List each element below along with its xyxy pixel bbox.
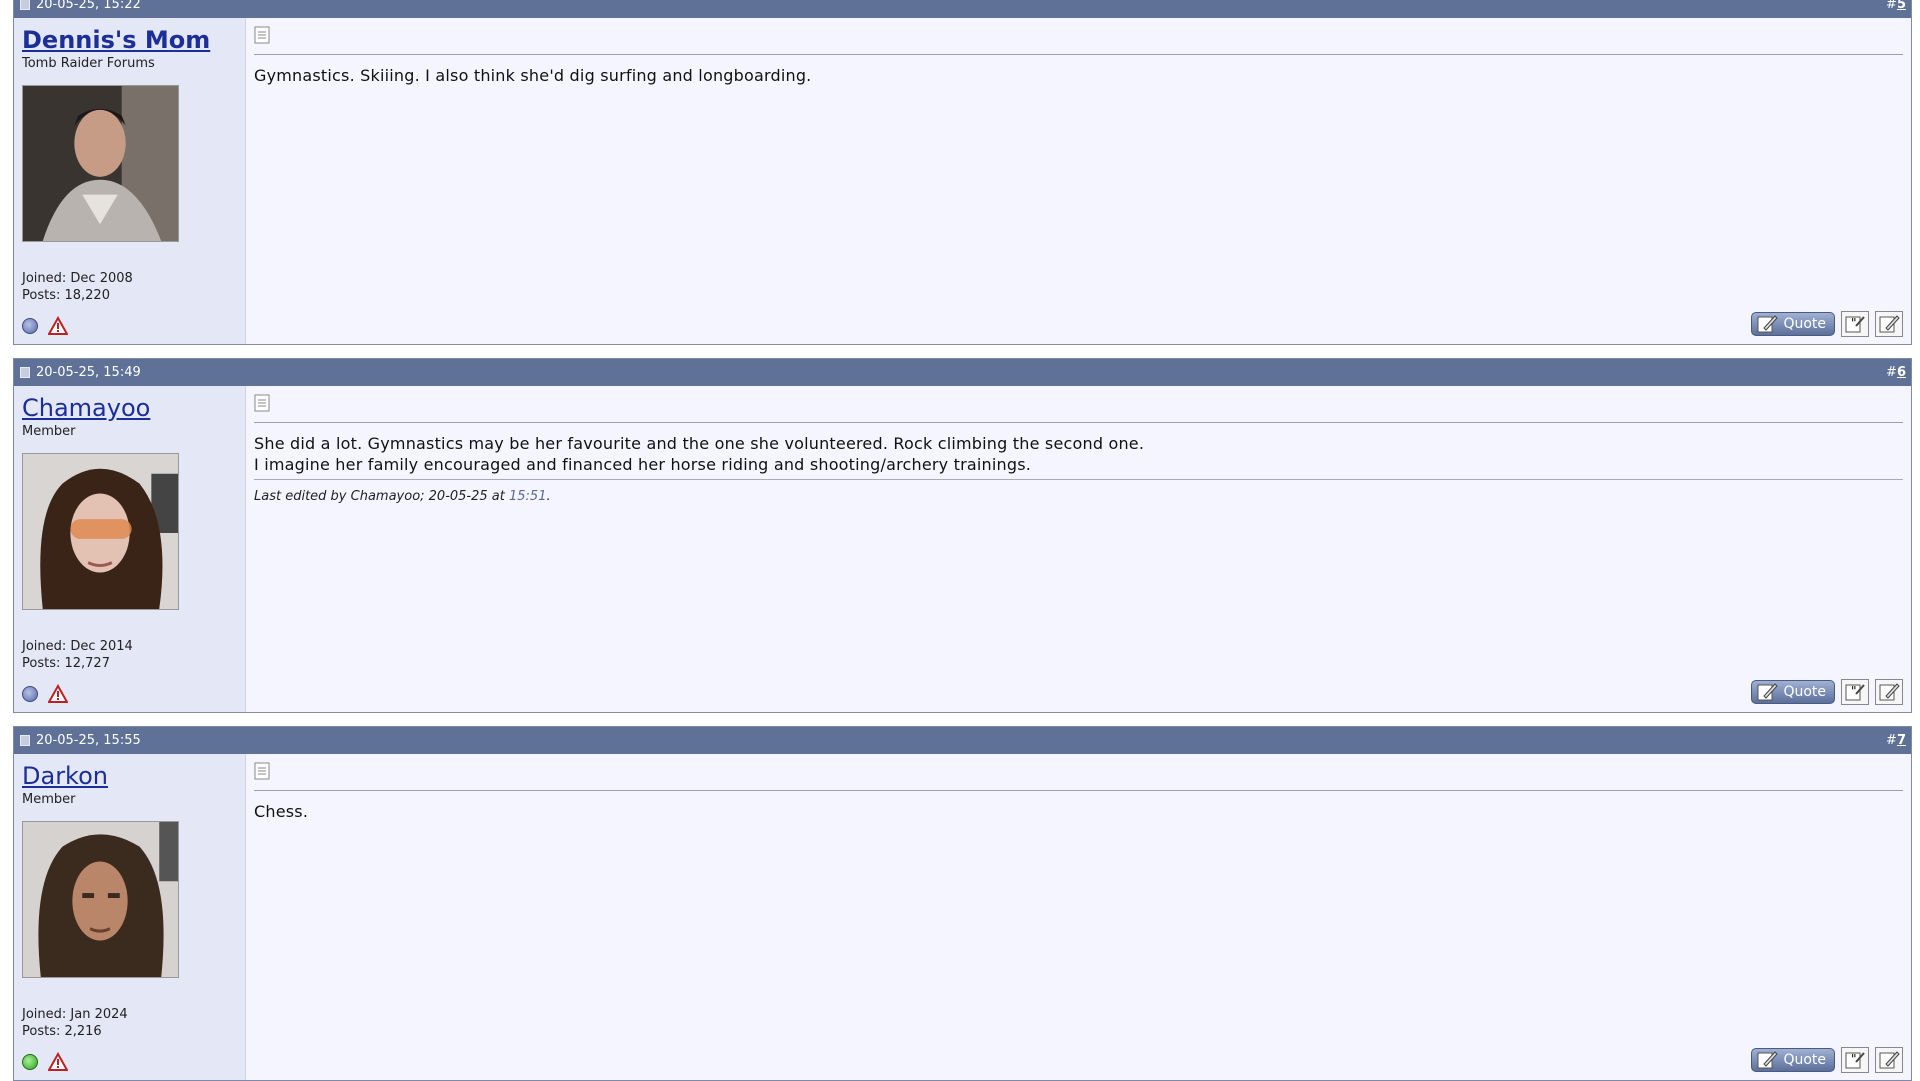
quote-button[interactable]: Quote (1751, 312, 1835, 336)
post-message: She did a lot. Gymnastics may be her fav… (254, 434, 1145, 474)
user-joined: Joined: Dec 2008 (22, 271, 133, 286)
quote-pen-icon (1757, 683, 1778, 701)
user-title: Tomb Raider Forums (22, 56, 155, 71)
svg-text:": " (1851, 316, 1857, 330)
post-number: #6 (1886, 365, 1906, 380)
status-offline-icon (22, 318, 38, 334)
multi-quote-icon[interactable]: " (1841, 1047, 1869, 1073)
user-post-count: Posts: 12,727 (22, 656, 110, 671)
report-warning-icon[interactable] (48, 1052, 68, 1072)
reply-edit-icon[interactable] (1875, 311, 1903, 337)
document-icon (254, 26, 270, 44)
reply-edit-icon[interactable] (1875, 679, 1903, 705)
user-post-count: Posts: 18,220 (22, 288, 110, 303)
report-warning-icon[interactable] (48, 316, 68, 336)
post-6: 20-05-25, 15:49 #6 Chamayoo Member Joine… (13, 358, 1912, 713)
username-link[interactable]: Darkon (22, 762, 237, 790)
post-date: 20-05-25, 15:22 (36, 0, 141, 12)
multi-quote-icon[interactable]: " (1841, 679, 1869, 705)
status-online-icon (22, 1054, 38, 1070)
content-separator (254, 790, 1903, 791)
content-separator (254, 422, 1903, 423)
user-avatar[interactable] (22, 453, 179, 610)
post-permalink[interactable]: 7 (1897, 733, 1906, 748)
username-link[interactable]: Chamayoo (22, 394, 237, 422)
post-content: Chess. Quote " (246, 754, 1911, 1080)
post-content: Gymnastics. Skiiing. I also think she'd … (246, 18, 1911, 344)
quote-pen-icon (1757, 315, 1778, 333)
content-separator (254, 54, 1903, 55)
user-info: Chamayoo Member Joined: Dec 2014 Posts: … (14, 386, 246, 712)
post-7: 20-05-25, 15:55 #7 Darkon Member Joined:… (13, 726, 1912, 1081)
post-status-icon (20, 735, 30, 746)
post-header: 20-05-25, 15:22 #5 (14, 0, 1911, 18)
status-offline-icon (22, 686, 38, 702)
multi-quote-icon[interactable]: " (1841, 311, 1869, 337)
user-joined: Joined: Dec 2014 (22, 639, 133, 654)
post-status-icon (20, 0, 30, 10)
post-header: 20-05-25, 15:55 #7 (14, 727, 1911, 754)
post-content: She did a lot. Gymnastics may be her fav… (246, 386, 1911, 712)
user-title: Member (22, 792, 76, 807)
svg-text:": " (1851, 1052, 1857, 1066)
quote-pen-icon (1757, 1051, 1778, 1069)
edited-separator (254, 479, 1903, 480)
post-permalink[interactable]: 6 (1897, 365, 1906, 380)
user-info: Dennis's Mom Tomb Raider Forums Joined: … (14, 18, 246, 344)
post-number: #7 (1886, 733, 1906, 748)
username-link[interactable]: Dennis's Mom (22, 26, 237, 54)
post-permalink[interactable]: 5 (1897, 0, 1906, 12)
user-avatar[interactable] (22, 821, 179, 978)
user-joined: Joined: Jan 2024 (22, 1007, 128, 1022)
post-message: Chess. (254, 802, 309, 821)
document-icon (254, 762, 270, 780)
quote-button[interactable]: Quote (1751, 1048, 1835, 1072)
document-icon (254, 394, 270, 412)
user-title: Member (22, 424, 76, 439)
reply-edit-icon[interactable] (1875, 1047, 1903, 1073)
report-warning-icon[interactable] (48, 684, 68, 704)
svg-text:": " (1851, 684, 1857, 698)
post-header: 20-05-25, 15:49 #6 (14, 359, 1911, 386)
post-status-icon (20, 367, 30, 378)
quote-button[interactable]: Quote (1751, 680, 1835, 704)
post-number: #5 (1886, 0, 1906, 12)
post-message: Gymnastics. Skiiing. I also think she'd … (254, 66, 812, 85)
post-5: 20-05-25, 15:22 #5 Dennis's Mom Tomb Rai… (13, 0, 1912, 345)
post-date: 20-05-25, 15:55 (36, 733, 141, 748)
user-post-count: Posts: 2,216 (22, 1024, 102, 1039)
user-info: Darkon Member Joined: Jan 2024 Posts: 2,… (14, 754, 246, 1080)
post-date: 20-05-25, 15:49 (36, 365, 141, 380)
user-avatar[interactable] (22, 85, 179, 242)
edited-time: 15:51 (509, 489, 547, 504)
last-edited-note: Last edited by Chamayoo; 20-05-25 at 15:… (254, 489, 551, 504)
